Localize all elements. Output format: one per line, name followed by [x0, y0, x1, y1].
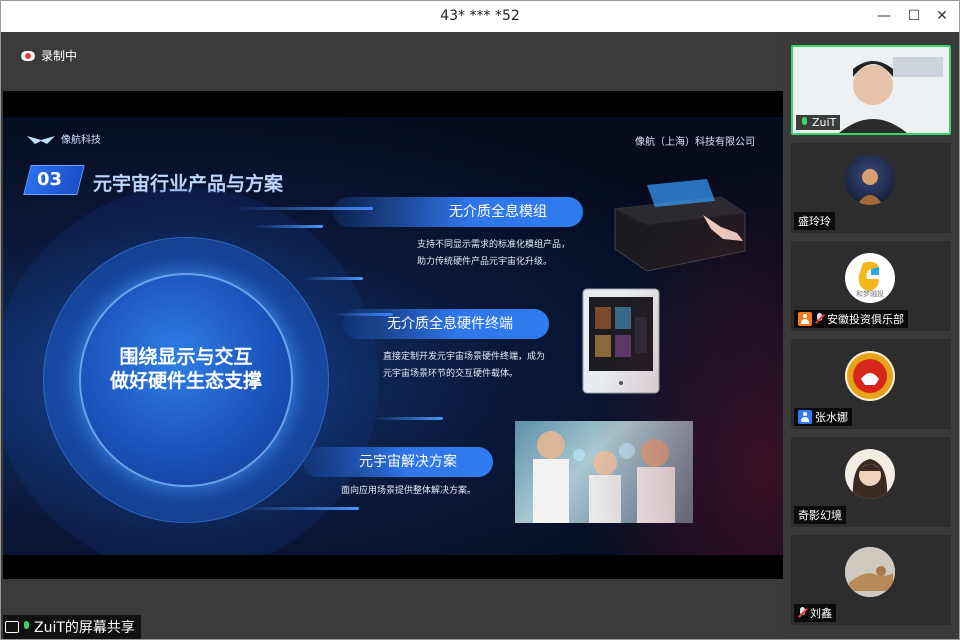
light-streak [303, 277, 363, 280]
participant-name-tag: 奇影幻境 [794, 506, 846, 524]
avatar-image [852, 459, 888, 499]
recording-label: 录制中 [41, 49, 78, 63]
participant-name: 安徽投资俱乐部 [827, 313, 904, 326]
light-streak [243, 507, 359, 510]
participant-name-tag: 张水娜 [794, 408, 852, 426]
participant-tile[interactable]: 张水娜 [791, 339, 951, 429]
participant-panel: ZuiT 盛玲玲 和梦融投 安徽投资俱乐部 张水娜 奇影幻境 刘鑫 [787, 41, 955, 631]
participant-name: 盛玲玲 [798, 215, 831, 228]
record-icon [21, 50, 35, 61]
metaverse-solution-image [515, 421, 693, 523]
participant-tile[interactable]: 盛玲玲 [791, 143, 951, 233]
center-line-2: 做好硬件生态支撑 [109, 370, 262, 392]
logo-text: 像航科技 [61, 135, 101, 146]
close-icon[interactable]: ✕ [931, 6, 953, 26]
item-2-desc-line: 元宇宙场景环节的交互硬件载体。 [383, 369, 519, 379]
avatar-caption: 和梦融投 [856, 290, 884, 298]
hologram-terminal-image [581, 287, 661, 395]
screen-share-label: ZuiT的屏幕共享 [34, 620, 135, 636]
participant-tile[interactable]: 奇影幻境 [791, 437, 951, 527]
avatar [845, 449, 895, 499]
participant-name: ZuiT [812, 116, 837, 129]
hologram-terminal-illustration [582, 288, 660, 394]
mic-on-icon [22, 621, 31, 633]
avatar [845, 155, 895, 205]
mic-on-icon [800, 116, 809, 129]
item-1-desc-line: 助力传统硬件产品元宇宙化升级。 [417, 257, 553, 267]
participant-name-tag: 刘鑫 [794, 604, 836, 622]
screen-share-status[interactable]: ZuiT的屏幕共享 [3, 615, 141, 639]
participant-name-tag: 安徽投资俱乐部 [794, 310, 908, 328]
item-3-description: 面向应用场景提供整体解决方案。 [341, 483, 476, 500]
company-name: 像航（上海）科技有限公司 [635, 137, 755, 148]
item-3-pill: 元宇宙解决方案 [303, 447, 493, 477]
avatar-image [857, 169, 883, 205]
item-2-desc-line: 直接定制开发元宇宙场景硬件终端，成为 [383, 352, 546, 362]
hologram-module-illustration [614, 179, 746, 272]
meeting-window: 43* *** *52 — ☐ ✕ 录制中 像航科技 像航（上海）科技有限公司 … [0, 0, 960, 640]
avatar-seal [847, 353, 893, 399]
mic-muted-icon [798, 607, 807, 619]
participant-name-tag: 盛玲玲 [794, 212, 835, 230]
title-bar: 43* *** *52 — ☐ ✕ [1, 1, 959, 32]
avatar-image [845, 547, 895, 597]
item-1-desc-line: 支持不同显示需求的标准化模组产品， [417, 240, 571, 250]
avatar [845, 547, 895, 597]
center-statement: 围绕显示与交互 做好硬件生态支撑 [79, 345, 293, 393]
participant-name: 刘鑫 [810, 607, 832, 620]
light-streak [253, 225, 323, 228]
section-number: 03 [37, 169, 63, 190]
item-1-pill: 无介质全息模组 [333, 197, 583, 227]
screen-share-icon [5, 621, 19, 633]
recording-indicator[interactable]: 录制中 [21, 47, 77, 64]
participant-name-tag: ZuiT [796, 115, 841, 130]
company-logo: 像航科技 [27, 131, 101, 146]
participant-tile[interactable]: 和梦融投 安徽投资俱乐部 [791, 241, 951, 331]
participant-tile[interactable]: ZuiT [791, 45, 951, 135]
light-streak [373, 417, 443, 420]
item-2-description: 直接定制开发元宇宙场景硬件终端，成为 元宇宙场景环节的交互硬件载体。 [383, 349, 545, 383]
item-3-desc-line: 面向应用场景提供整体解决方案。 [341, 486, 477, 496]
participant-name: 奇影幻境 [798, 509, 842, 522]
maximize-icon[interactable]: ☐ [903, 6, 925, 26]
hologram-module-image [611, 177, 751, 273]
item-1-description: 支持不同显示需求的标准化模组产品， 助力传统硬件产品元宇宙化升级。 [417, 237, 570, 271]
participant-tile[interactable]: 刘鑫 [791, 535, 951, 625]
minimize-icon[interactable]: — [873, 6, 895, 26]
shared-slide: 像航科技 像航（上海）科技有限公司 03 元宇宙行业产品与方案 围绕显示与交互 … [3, 117, 783, 555]
mic-muted-icon [815, 313, 824, 325]
children-hologram-illustration [533, 431, 675, 523]
avatar [845, 351, 895, 401]
avatar: 和梦融投 [845, 253, 895, 303]
item-2-pill: 无介质全息硬件终端 [343, 309, 549, 339]
window-title: 43* *** *52 [440, 8, 520, 24]
center-line-1: 围绕显示与交互 [119, 346, 253, 368]
user-icon [798, 410, 812, 424]
participant-name: 张水娜 [815, 411, 848, 424]
logo-icon [27, 135, 55, 144]
user-icon [798, 312, 812, 326]
